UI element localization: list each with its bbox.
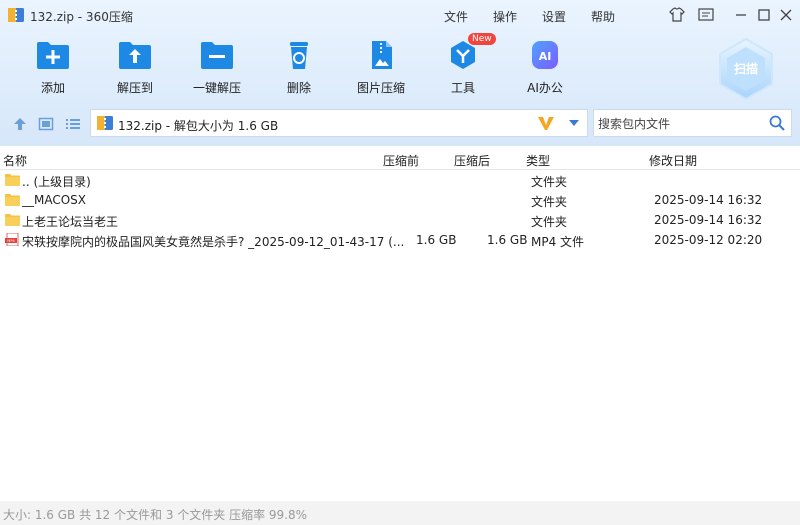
add-icon: [37, 42, 69, 69]
menu-settings[interactable]: 设置: [542, 8, 566, 25]
file-name: 宋轶按摩院内的极品国风美女竟然是杀手? _2025-09-12_01-43-17…: [22, 235, 405, 249]
file-name: __MACOSX: [22, 193, 87, 207]
menu-operation[interactable]: 操作: [493, 8, 517, 25]
search-icon[interactable]: [769, 115, 785, 131]
list-view-icon[interactable]: [65, 116, 81, 132]
v-logo-icon[interactable]: [537, 114, 555, 132]
menu-file[interactable]: 文件: [444, 8, 468, 25]
image-compress-button[interactable]: 图片压缩: [346, 36, 416, 98]
one-click-extract-icon: [201, 42, 233, 69]
add-button[interactable]: 添加: [18, 36, 88, 98]
window-title: 132.zip - 360压缩: [30, 10, 133, 24]
file-type: 文件夹: [531, 215, 568, 229]
search-input[interactable]: [596, 114, 765, 134]
file-row[interactable]: .. (上级目录) 文件夹: [0, 170, 800, 190]
skin-icon[interactable]: [668, 6, 686, 24]
close-icon[interactable]: [777, 6, 795, 24]
column-name[interactable]: 名称: [3, 152, 27, 169]
one-click-extract-label: 一键解压: [192, 81, 241, 95]
detail-view-icon[interactable]: [38, 116, 54, 132]
file-row[interactable]: MP4 宋轶按摩院内的极品国风美女竟然是杀手? _2025-09-12_01-4…: [0, 230, 800, 250]
column-compressed-after[interactable]: 压缩后: [454, 152, 490, 169]
up-arrow-icon[interactable]: [12, 116, 28, 132]
delete-label: 删除: [286, 81, 311, 95]
file-row[interactable]: 上老王论坛当老王 文件夹 2025-09-14 16:32: [0, 210, 800, 230]
address-bar[interactable]: 132.zip - 解包大小为 1.6 GB: [90, 109, 588, 137]
column-modified[interactable]: 修改日期: [649, 152, 697, 169]
image-compress-label: 图片压缩: [356, 81, 405, 95]
toolbar: 添加 解压到 一键解压 删除 图片压缩 New 工具 AI AI办公: [0, 33, 700, 100]
svg-text:MP4: MP4: [7, 239, 15, 243]
address-dropdown-icon[interactable]: [569, 120, 579, 126]
file-type: MP4 文件: [531, 235, 585, 249]
file-date: 2025-09-12 02:20: [654, 233, 763, 247]
file-date: 2025-09-14 16:32: [654, 193, 763, 207]
status-text: 大小: 1.6 GB 共 12 个文件和 3 个文件夹 压缩率 99.8%: [3, 508, 308, 522]
zip-file-icon: [97, 116, 113, 130]
column-header: 名称 压缩前 压缩后 类型 修改日期: [0, 148, 800, 170]
zip-app-icon: [8, 8, 24, 22]
file-row[interactable]: __MACOSX 文件夹 2025-09-14 16:32: [0, 190, 800, 210]
app-window: 132.zip - 360压缩 文件 操作 设置 帮助 添加 解压到 一键解压 …: [0, 0, 800, 525]
ai-office-icon: AI: [532, 41, 558, 69]
maximize-icon[interactable]: [755, 6, 773, 24]
file-date: 2025-09-14 16:32: [654, 213, 763, 227]
new-badge: New: [468, 33, 496, 45]
tools-button[interactable]: New 工具: [428, 33, 498, 98]
column-type[interactable]: 类型: [526, 152, 550, 169]
title-bar: 132.zip - 360压缩 文件 操作 设置 帮助: [0, 0, 800, 30]
extract-to-icon: [119, 42, 151, 69]
add-label: 添加: [40, 81, 65, 95]
file-size-after: 1.6 GB: [487, 233, 528, 247]
ai-office-button[interactable]: AI AI办公: [510, 36, 580, 98]
folder-icon: [5, 214, 20, 226]
file-size-before: 1.6 GB: [416, 233, 457, 247]
image-compress-icon: [372, 41, 392, 69]
feedback-icon[interactable]: [697, 6, 715, 24]
scan-button[interactable]: 扫描: [717, 37, 775, 101]
scan-label: 扫描: [734, 61, 758, 76]
file-list: .. (上级目录) 文件夹 __MACOSX 文件夹 2025-09-14 16…: [0, 170, 800, 250]
one-click-extract-button[interactable]: 一键解压: [182, 36, 252, 98]
column-compressed-before[interactable]: 压缩前: [383, 152, 419, 169]
folder-icon: [5, 194, 20, 206]
ai-icon-text: AI: [539, 50, 552, 63]
tools-label: 工具: [450, 81, 475, 95]
file-type: 文件夹: [531, 195, 568, 209]
ai-office-label: AI办公: [527, 81, 563, 95]
mp4-file-icon: MP4: [5, 233, 19, 246]
folder-icon: [5, 174, 20, 186]
address-path: 132.zip - 解包大小为 1.6 GB: [118, 119, 279, 133]
file-name: .. (上级目录): [22, 175, 91, 189]
menu-help[interactable]: 帮助: [591, 8, 615, 25]
file-name: 上老王论坛当老王: [22, 215, 119, 229]
search-box: [593, 109, 792, 137]
delete-icon: [290, 42, 308, 69]
file-type: 文件夹: [531, 175, 568, 189]
status-bar: 大小: 1.6 GB 共 12 个文件和 3 个文件夹 压缩率 99.8%: [0, 501, 800, 525]
extract-to-label: 解压到: [116, 81, 153, 95]
delete-button[interactable]: 删除: [264, 36, 334, 98]
minimize-icon[interactable]: [732, 6, 750, 24]
extract-to-button[interactable]: 解压到: [100, 36, 170, 98]
